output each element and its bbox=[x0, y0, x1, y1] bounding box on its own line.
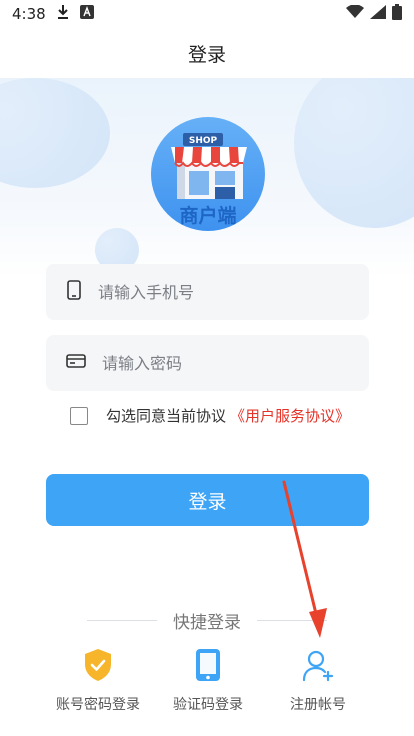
page-title: 登录 bbox=[187, 43, 226, 66]
register-account-button[interactable]: 注册帐号 bbox=[263, 648, 373, 714]
sms-code-login-button[interactable]: 验证码登录 bbox=[153, 648, 263, 714]
agree-text: 勾选同意当前协议 bbox=[106, 407, 227, 425]
logo-caption: 商户端 bbox=[179, 205, 237, 227]
status-right bbox=[346, 4, 402, 24]
divider bbox=[257, 620, 327, 621]
agree-checkbox[interactable] bbox=[70, 406, 88, 425]
shield-check-icon bbox=[83, 648, 113, 686]
status-time: 4:38 bbox=[12, 5, 46, 23]
phone-icon bbox=[66, 280, 82, 304]
password-field[interactable] bbox=[46, 335, 369, 391]
shop-sign-text: SHOP bbox=[189, 136, 218, 146]
bubble-decoration bbox=[0, 78, 110, 188]
phone-field[interactable] bbox=[46, 264, 369, 320]
phone-input[interactable] bbox=[96, 281, 340, 303]
account-password-login-button[interactable]: 账号密码登录 bbox=[43, 648, 153, 714]
nav-bar: 登录 bbox=[0, 28, 414, 78]
login-button[interactable]: 登录 bbox=[46, 474, 369, 526]
quick-login-label: 验证码登录 bbox=[173, 697, 243, 713]
quick-login-label: 注册帐号 bbox=[290, 697, 346, 713]
merchant-logo: SHOP 商户端 bbox=[151, 117, 265, 231]
app-notification-icon bbox=[79, 5, 94, 23]
card-icon bbox=[66, 353, 86, 373]
add-user-icon bbox=[301, 648, 335, 686]
signal-icon bbox=[370, 5, 386, 23]
user-agreement-link[interactable]: 《用户服务协议》 bbox=[230, 405, 350, 426]
quick-login-label: 账号密码登录 bbox=[56, 697, 140, 713]
divider bbox=[87, 620, 157, 621]
agreement-row: 勾选同意当前协议 《用户服务协议》 bbox=[70, 405, 350, 426]
quick-login-header: 快捷登录 bbox=[0, 608, 414, 633]
battery-icon bbox=[392, 4, 402, 24]
wifi-icon bbox=[346, 4, 364, 23]
download-icon bbox=[56, 4, 70, 24]
quick-login-title: 快捷登录 bbox=[173, 613, 241, 633]
status-bar: 4:38 bbox=[0, 0, 414, 28]
bubble-decoration bbox=[294, 78, 414, 228]
password-input[interactable] bbox=[100, 352, 344, 374]
status-left: 4:38 bbox=[12, 4, 94, 24]
phone-icon bbox=[195, 648, 221, 686]
